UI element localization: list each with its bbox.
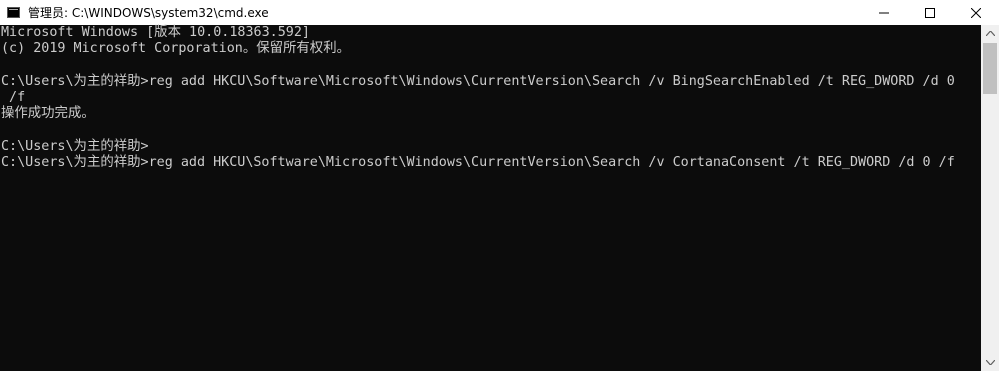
console-output[interactable]: Microsoft Windows [版本 10.0.18363.592] (c… bbox=[0, 25, 981, 371]
scroll-thumb[interactable] bbox=[983, 43, 997, 94]
cmd-window: 管理员: C:\WINDOWS\system32\cmd.exe Microso… bbox=[0, 0, 999, 371]
window-title: 管理员: C:\WINDOWS\system32\cmd.exe bbox=[28, 6, 269, 20]
chevron-up-icon bbox=[985, 31, 995, 36]
maximize-button[interactable] bbox=[907, 0, 953, 25]
console-line: C:\Users\为主的祥助> bbox=[1, 139, 149, 155]
scroll-up-button[interactable] bbox=[981, 25, 999, 42]
window-controls bbox=[861, 0, 999, 25]
console-line: C:\Users\为主的祥助>reg add HKCU\Software\Mic… bbox=[1, 73, 955, 89]
scroll-down-button[interactable] bbox=[981, 354, 999, 371]
title-bar[interactable]: 管理员: C:\WINDOWS\system32\cmd.exe bbox=[0, 0, 999, 25]
minimize-icon bbox=[879, 12, 889, 13]
console-line: /f bbox=[1, 90, 26, 106]
console-line: 操作成功完成。 bbox=[1, 106, 95, 122]
console-line: Microsoft Windows [版本 10.0.18363.592] bbox=[1, 25, 310, 40]
maximize-icon bbox=[925, 7, 935, 18]
console-line: C:\Users\为主的祥助>reg add HKCU\Software\Mic… bbox=[1, 155, 955, 171]
cmd-icon[interactable] bbox=[7, 7, 20, 18]
vertical-scrollbar[interactable] bbox=[981, 25, 999, 371]
close-button[interactable] bbox=[953, 0, 999, 25]
chevron-down-icon bbox=[985, 360, 995, 365]
console-line: (c) 2019 Microsoft Corporation。保留所有权利。 bbox=[1, 41, 350, 57]
close-icon bbox=[971, 7, 981, 18]
minimize-button[interactable] bbox=[861, 0, 907, 25]
